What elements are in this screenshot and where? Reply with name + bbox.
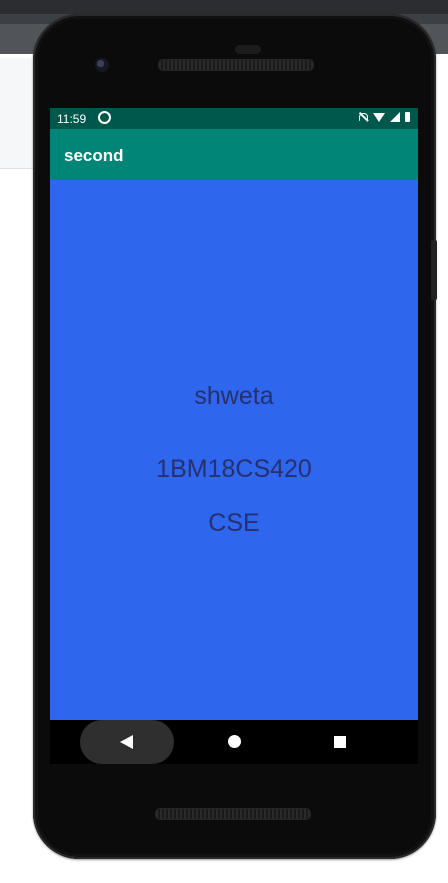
earpiece	[235, 45, 261, 54]
app-title: second	[64, 146, 124, 165]
back-icon[interactable]	[120, 735, 133, 749]
recents-icon[interactable]	[334, 736, 346, 748]
home-icon[interactable]	[228, 735, 241, 748]
phone-side-button[interactable]	[431, 240, 437, 300]
emulator-screen: 11:59 second shweta 1BM18CS420 CSE	[50, 108, 418, 720]
top-speaker-grille	[158, 59, 314, 71]
status-bar: 11:59	[50, 108, 418, 129]
signal-icon	[390, 112, 400, 122]
name-text: shweta	[194, 382, 274, 410]
front-camera-icon	[95, 58, 109, 72]
usn-text: 1BM18CS420	[156, 455, 312, 483]
wifi-icon	[373, 112, 385, 122]
sync-icon	[98, 111, 111, 124]
app-bar: second	[50, 129, 418, 180]
branch-text: CSE	[208, 509, 260, 537]
navigation-bar	[50, 720, 418, 764]
notifications-off-icon	[358, 112, 368, 122]
desktop-top-bar	[0, 0, 448, 14]
bottom-speaker-grille	[155, 808, 311, 820]
status-icons	[358, 112, 410, 122]
status-time: 11:59	[57, 112, 87, 126]
battery-icon	[405, 112, 410, 122]
